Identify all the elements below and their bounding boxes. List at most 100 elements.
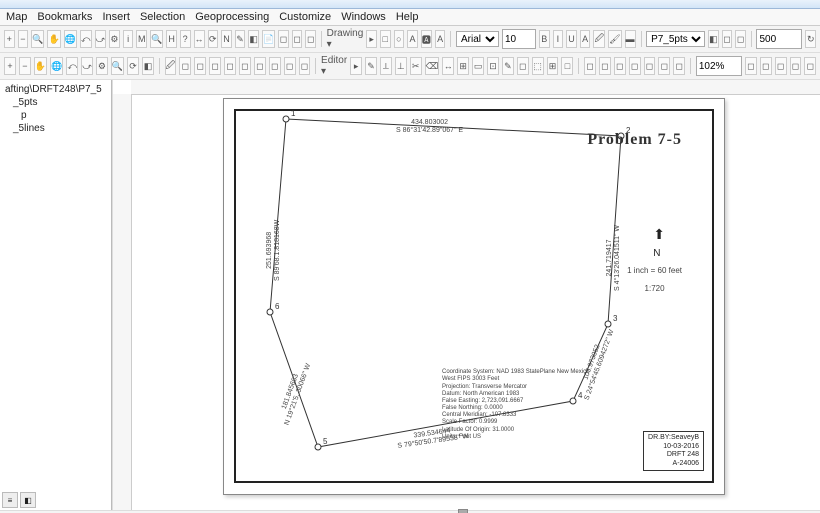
editor-btn-9[interactable]: ⊡ xyxy=(487,57,499,75)
font-size-input[interactable] xyxy=(502,29,536,49)
edit-btn-5[interactable]: ◻ xyxy=(239,57,251,75)
style-btn-0[interactable]: B xyxy=(539,30,550,48)
std-btn-16[interactable]: ✎ xyxy=(235,30,246,48)
editor-menu[interactable]: Editor ▾ xyxy=(321,55,347,77)
std-btn-1[interactable]: − xyxy=(18,30,29,48)
edit-btn-9[interactable]: ◻ xyxy=(299,57,311,75)
geo-btn-1[interactable]: ◻ xyxy=(599,57,611,75)
std-btn-20[interactable]: ◻ xyxy=(292,30,303,48)
editor-btn-4[interactable]: ✂ xyxy=(410,57,422,75)
std-btn-5[interactable]: ⤺ xyxy=(80,30,92,48)
std-btn-7[interactable]: ⚙ xyxy=(109,30,120,48)
editor-btn-11[interactable]: ◻ xyxy=(517,57,529,75)
edit-btn-4[interactable]: ◻ xyxy=(224,57,236,75)
nav-btn-6[interactable]: ⚙ xyxy=(96,57,108,75)
std-btn-4[interactable]: 🌐 xyxy=(64,30,77,48)
font-select[interactable]: Arial xyxy=(456,31,499,47)
end-btn-0[interactable]: ◻ xyxy=(745,57,757,75)
end-btn-4[interactable]: ◻ xyxy=(804,57,816,75)
geo-btn-3[interactable]: ◻ xyxy=(629,57,641,75)
std-btn-12[interactable]: ? xyxy=(180,30,191,48)
end-btn-2[interactable]: ◻ xyxy=(775,57,787,75)
geo-btn-2[interactable]: ◻ xyxy=(614,57,626,75)
layer-select[interactable]: P7_5pts xyxy=(646,31,705,47)
rotation-input[interactable] xyxy=(756,29,802,49)
std-btn-17[interactable]: ◧ xyxy=(248,30,259,48)
toc-item[interactable]: _5pts xyxy=(3,96,108,109)
edit-btn-2[interactable]: ◻ xyxy=(194,57,206,75)
menu-help[interactable]: Help xyxy=(396,11,419,23)
std-btn-19[interactable]: ◻ xyxy=(278,30,289,48)
layer-btn-1[interactable]: ◻ xyxy=(722,30,733,48)
editor-btn-2[interactable]: ⟂ xyxy=(380,57,392,75)
style-btn-5[interactable]: 🖌 xyxy=(608,30,621,48)
editor-btn-14[interactable]: □ xyxy=(561,57,573,75)
menu-map[interactable]: Map xyxy=(6,11,27,23)
toc-item[interactable]: _5lines xyxy=(3,122,108,135)
draw-btn-4[interactable]: 🅰 xyxy=(421,30,432,48)
layer-btn-0[interactable]: ◧ xyxy=(708,30,719,48)
draw-btn-2[interactable]: ○ xyxy=(394,30,405,48)
edit-btn-1[interactable]: ◻ xyxy=(179,57,191,75)
std-btn-18[interactable]: 📄 xyxy=(262,30,275,48)
nav-btn-4[interactable]: ⤺ xyxy=(66,57,78,75)
layout-page[interactable]: 123456 434.803002S 86°31'42.89"067" E241… xyxy=(223,98,725,495)
editor-btn-10[interactable]: ✎ xyxy=(502,57,514,75)
edit-btn-0[interactable]: 🖉 xyxy=(165,57,177,75)
nav-btn-2[interactable]: ✋ xyxy=(34,57,47,75)
style-btn-2[interactable]: U xyxy=(566,30,577,48)
draw-btn-3[interactable]: A xyxy=(407,30,418,48)
editor-btn-1[interactable]: ✎ xyxy=(365,57,377,75)
layer-btn-2[interactable]: ◻ xyxy=(735,30,746,48)
std-btn-13[interactable]: ↔ xyxy=(194,30,205,48)
draw-btn-1[interactable]: □ xyxy=(380,30,391,48)
editor-btn-13[interactable]: ⊞ xyxy=(547,57,559,75)
edit-btn-3[interactable]: ◻ xyxy=(209,57,221,75)
menu-geoprocessing[interactable]: Geoprocessing xyxy=(195,11,269,23)
style-btn-1[interactable]: I xyxy=(553,30,564,48)
draw-btn-0[interactable]: ▸ xyxy=(366,30,377,48)
rot-btn-0[interactable]: ↻ xyxy=(805,30,816,48)
geo-btn-0[interactable]: ◻ xyxy=(584,57,596,75)
end-btn-3[interactable]: ◻ xyxy=(790,57,802,75)
end-btn-1[interactable]: ◻ xyxy=(760,57,772,75)
zoom-input[interactable] xyxy=(696,56,742,76)
editor-btn-0[interactable]: ▸ xyxy=(350,57,362,75)
std-btn-15[interactable]: N xyxy=(221,30,232,48)
layout-canvas[interactable]: 123456 434.803002S 86°31'42.89"067" E241… xyxy=(112,80,820,510)
menu-selection[interactable]: Selection xyxy=(140,11,185,23)
std-btn-2[interactable]: 🔍 xyxy=(31,30,44,48)
editor-btn-12[interactable]: ⬚ xyxy=(532,57,544,75)
nav-btn-7[interactable]: 🔍 xyxy=(111,57,124,75)
std-btn-10[interactable]: 🔍 xyxy=(150,30,163,48)
toc-item[interactable]: p xyxy=(3,109,108,122)
toc-tab-icon[interactable]: ≡ xyxy=(2,492,18,508)
menu-insert[interactable]: Insert xyxy=(102,11,130,23)
menu-windows[interactable]: Windows xyxy=(341,11,386,23)
std-btn-21[interactable]: ◻ xyxy=(305,30,316,48)
style-btn-3[interactable]: A xyxy=(580,30,591,48)
toc-tab-icon[interactable]: ◧ xyxy=(20,492,36,508)
toc-tabs[interactable]: ≡ ◧ xyxy=(2,492,36,508)
geo-btn-6[interactable]: ◻ xyxy=(673,57,685,75)
std-btn-9[interactable]: M xyxy=(136,30,147,48)
nav-btn-0[interactable]: + xyxy=(4,57,16,75)
editor-btn-8[interactable]: ▭ xyxy=(472,57,484,75)
nav-btn-3[interactable]: 🌐 xyxy=(50,57,63,75)
editor-btn-3[interactable]: ⊥ xyxy=(395,57,407,75)
std-btn-14[interactable]: ⟳ xyxy=(208,30,219,48)
nav-btn-1[interactable]: − xyxy=(19,57,31,75)
editor-btn-5[interactable]: ⌫ xyxy=(425,57,440,75)
style-btn-6[interactable]: ▬ xyxy=(625,30,636,48)
nav-btn-8[interactable]: ⟳ xyxy=(127,57,139,75)
edit-btn-7[interactable]: ◻ xyxy=(269,57,281,75)
slider-thumb[interactable] xyxy=(458,509,468,513)
std-btn-0[interactable]: + xyxy=(4,30,15,48)
editor-btn-6[interactable]: ↔ xyxy=(442,57,454,75)
menu-customize[interactable]: Customize xyxy=(279,11,331,23)
std-btn-11[interactable]: H xyxy=(166,30,177,48)
std-btn-8[interactable]: i xyxy=(123,30,134,48)
drawing-menu[interactable]: Drawing ▾ xyxy=(327,28,364,50)
editor-btn-7[interactable]: ⊞ xyxy=(457,57,469,75)
std-btn-6[interactable]: ⤻ xyxy=(95,30,107,48)
